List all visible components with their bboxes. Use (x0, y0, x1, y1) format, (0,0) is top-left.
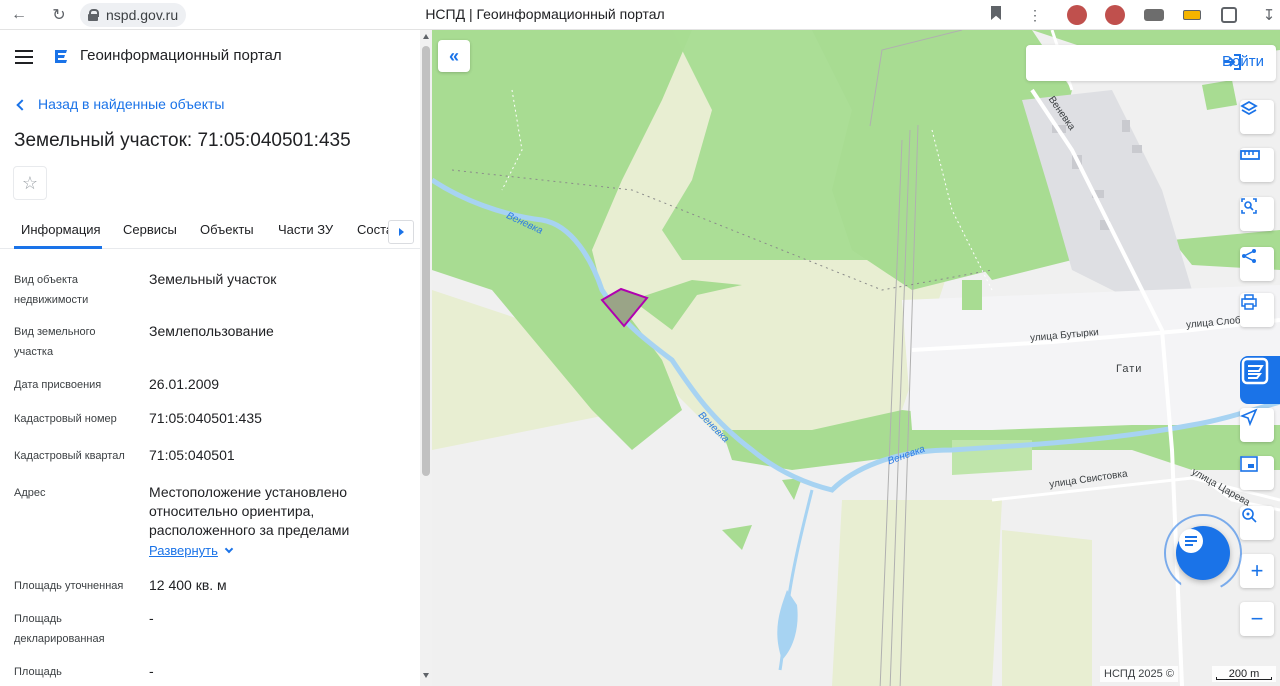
field-value: Земельный участок (149, 271, 277, 287)
field-value: 12 400 кв. м (149, 577, 227, 593)
field-label: Кадастровый номер (14, 413, 117, 425)
field-value: 71:05:040501 (149, 447, 235, 463)
login-bar: Войти (1026, 45, 1276, 81)
browser-toolbar: ← ↻ nspd.gov.ru НСПД | Геоинформационный… (0, 0, 1280, 30)
tab-title: НСПД | Геоинформационный портал (425, 6, 665, 22)
scale-line (1216, 677, 1272, 680)
expand-label: Развернуть (149, 543, 218, 558)
field-label: Кадастровый квартал (14, 450, 125, 462)
building (1122, 120, 1130, 132)
share-icon (1242, 249, 1256, 263)
plus-icon: + (1250, 558, 1264, 583)
field-value: 71:05:040501:435 (149, 410, 262, 426)
nspd-logo-icon (1241, 357, 1269, 385)
minimap-icon (1240, 456, 1258, 472)
nspd-logo-button[interactable] (1240, 356, 1280, 404)
address-value: Местоположение установлено относительно … (149, 484, 350, 538)
field-value: - (149, 663, 154, 679)
expand-address-link[interactable]: Развернуть (149, 543, 234, 558)
double-chevron-left-icon: « (448, 45, 459, 66)
field-label: Площадь уточненная (14, 580, 124, 592)
extension-icon-1[interactable] (1067, 5, 1087, 25)
download-icon[interactable]: ↧ (1258, 4, 1280, 26)
minimap-button[interactable] (1240, 456, 1274, 490)
chat-button[interactable] (1176, 526, 1230, 580)
zoom-in-button[interactable]: + (1240, 554, 1274, 588)
tab-objects[interactable]: Объекты (200, 222, 254, 237)
ruler-button[interactable] (1240, 148, 1274, 182)
minus-icon: − (1250, 606, 1264, 631)
hamburger-menu-icon[interactable] (15, 50, 33, 64)
menu-dots-icon[interactable]: ⋮ (1024, 4, 1046, 26)
field-label: Вид объекта недвижимости (14, 274, 89, 306)
chevron-left-icon (16, 98, 28, 111)
back-link-label: Назад в найденные объекты (38, 96, 225, 112)
field-label: Вид земельного участка (14, 326, 96, 358)
forest-area (1202, 80, 1237, 110)
active-tab-indicator (14, 246, 102, 249)
chevron-down-icon (224, 544, 234, 554)
object-info-panel: Геоинформационный портал Назад в найденн… (0, 30, 420, 686)
portal-title: Геоинформационный портал (80, 47, 282, 64)
extension-icon-3[interactable] (1144, 9, 1164, 21)
map-scale-bar: 200 m (1212, 666, 1276, 682)
area-select-icon (1241, 198, 1257, 214)
geolocation-button[interactable] (1240, 506, 1274, 540)
tab-information[interactable]: Информация (21, 222, 101, 237)
info-tabs: Информация Сервисы Объекты Части ЗУ Сост… (0, 213, 420, 249)
village-area (902, 285, 1280, 430)
zoom-out-button[interactable]: − (1240, 602, 1274, 636)
forest-area (962, 280, 982, 310)
share-button[interactable] (1240, 247, 1274, 281)
extension-icon-2[interactable] (1105, 5, 1125, 25)
tab-services[interactable]: Сервисы (123, 222, 177, 237)
print-button[interactable] (1240, 293, 1274, 327)
scroll-down-icon[interactable] (423, 673, 429, 678)
layers-button[interactable] (1240, 100, 1274, 134)
tab-parts[interactable]: Части ЗУ (278, 222, 333, 237)
panel-scrollbar[interactable] (420, 30, 432, 686)
layers-icon (1240, 100, 1258, 116)
collapse-panel-button[interactable]: « (438, 40, 470, 72)
map-copyright: НСПД 2025 © (1100, 666, 1178, 682)
back-to-results-link[interactable]: Назад в найденные объекты (16, 96, 225, 112)
field-label: Дата присвоения (14, 379, 102, 391)
portal-logo-icon (55, 50, 67, 63)
field-label: Площадь (14, 666, 62, 678)
scrollbar-thumb[interactable] (422, 46, 430, 476)
bookmark-icon[interactable] (990, 6, 1002, 22)
building (1132, 145, 1142, 153)
field-value: Землепользование (149, 323, 274, 339)
locate-button[interactable] (1240, 408, 1274, 442)
object-title: Земельный участок: 71:05:040501:435 (14, 130, 351, 151)
area-select-button[interactable] (1240, 197, 1274, 231)
field-area (832, 500, 1002, 686)
favorite-button[interactable]: ☆ (13, 166, 47, 200)
star-icon: ☆ (21, 172, 39, 193)
map-label-village: Гати (1116, 363, 1143, 375)
login-button[interactable]: Войти (1222, 53, 1264, 70)
extensions-puzzle-icon[interactable] (1221, 7, 1237, 23)
tabs-scroll-right-button[interactable] (388, 220, 414, 244)
map-canvas[interactable] (432, 30, 1280, 686)
geolocation-icon (1242, 508, 1257, 523)
print-icon (1241, 294, 1257, 310)
scroll-up-icon[interactable] (423, 34, 429, 39)
chat-icon (1179, 529, 1203, 553)
ruler-icon (1240, 150, 1260, 160)
login-arrow-icon (1224, 54, 1242, 70)
field-area (1002, 530, 1092, 686)
navigation-arrow-icon (1240, 408, 1258, 426)
field-label: Адрес (14, 487, 46, 499)
field-value: - (149, 610, 154, 626)
battery-icon[interactable] (1183, 10, 1201, 20)
field-label: Площадь декларированная (14, 613, 105, 645)
map-view[interactable]: Веневка Веневка Веневка Веневка улица Бу… (432, 30, 1280, 686)
field-value: 26.01.2009 (149, 376, 220, 392)
